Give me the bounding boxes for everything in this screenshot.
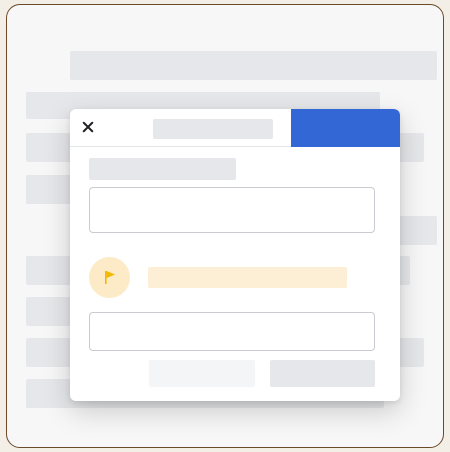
notice-text-placeholder [148, 267, 347, 288]
flag-icon [105, 271, 115, 284]
second-input-field[interactable] [89, 312, 375, 351]
dialog-header [70, 109, 400, 147]
dialog-title-placeholder [153, 119, 273, 139]
screenshot-frame [6, 4, 444, 448]
flag-badge [89, 257, 130, 298]
primary-action-button[interactable] [291, 109, 400, 147]
close-icon[interactable] [80, 119, 96, 135]
modal-dialog [70, 109, 400, 401]
secondary-button[interactable] [149, 360, 255, 387]
field-label-placeholder [89, 158, 236, 180]
first-input-field[interactable] [89, 187, 375, 233]
tertiary-button[interactable] [270, 360, 375, 387]
background-header-bar [70, 51, 437, 80]
